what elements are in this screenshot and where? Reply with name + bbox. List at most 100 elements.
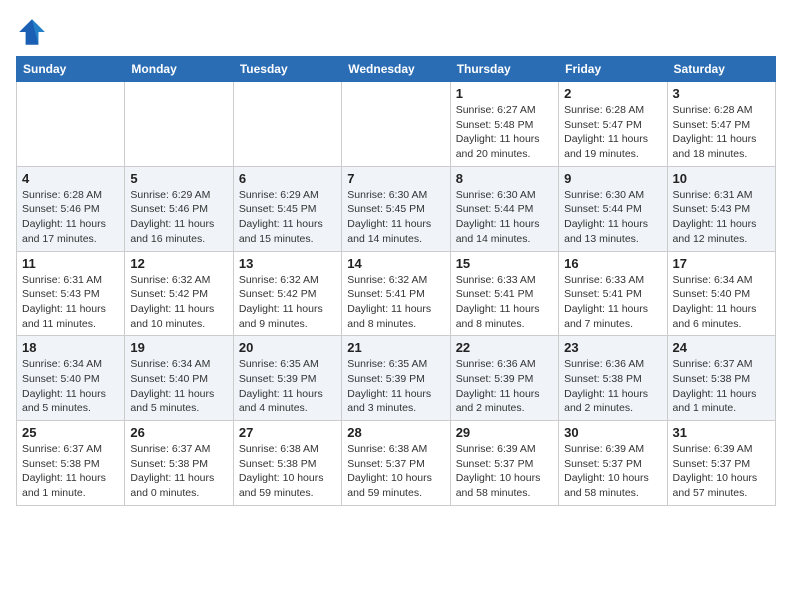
day-info: Sunrise: 6:39 AMSunset: 5:37 PMDaylight:… — [456, 442, 553, 501]
calendar-cell: 14Sunrise: 6:32 AMSunset: 5:41 PMDayligh… — [342, 251, 450, 336]
day-number: 27 — [239, 425, 336, 440]
calendar-header-row: SundayMondayTuesdayWednesdayThursdayFrid… — [17, 57, 776, 82]
day-number: 28 — [347, 425, 444, 440]
day-info: Sunrise: 6:38 AMSunset: 5:38 PMDaylight:… — [239, 442, 336, 501]
day-number: 8 — [456, 171, 553, 186]
day-info: Sunrise: 6:34 AMSunset: 5:40 PMDaylight:… — [22, 357, 119, 416]
page-header — [16, 16, 776, 48]
calendar-week-2: 4Sunrise: 6:28 AMSunset: 5:46 PMDaylight… — [17, 166, 776, 251]
day-info: Sunrise: 6:32 AMSunset: 5:42 PMDaylight:… — [239, 273, 336, 332]
calendar-table: SundayMondayTuesdayWednesdayThursdayFrid… — [16, 56, 776, 506]
day-info: Sunrise: 6:39 AMSunset: 5:37 PMDaylight:… — [673, 442, 770, 501]
day-number: 1 — [456, 86, 553, 101]
calendar-cell: 18 Sunrise: 6:34 AMSunset: 5:40 PMDayligh… — [17, 336, 125, 421]
day-number: 5 — [130, 171, 227, 186]
logo-icon — [16, 16, 48, 48]
calendar-cell: 31 Sunrise: 6:39 AMSunset: 5:37 PMDayligh… — [667, 421, 775, 506]
day-info: Sunrise: 6:37 AMSunset: 5:38 PMDaylight:… — [130, 442, 227, 501]
day-number: 3 — [673, 86, 770, 101]
calendar-cell: 13 Sunrise: 6:32 AMSunset: 5:42 PMDayligh… — [233, 251, 341, 336]
day-number: 2 — [564, 86, 661, 101]
calendar-cell: 30 Sunrise: 6:39 AMSunset: 5:37 PMDayligh… — [559, 421, 667, 506]
day-number: 16 — [564, 256, 661, 271]
calendar-cell: 23 Sunrise: 6:36 AMSunset: 5:38 PMDayligh… — [559, 336, 667, 421]
day-number: 25 — [22, 425, 119, 440]
calendar-cell — [342, 82, 450, 167]
day-info: Sunrise: 6:33 AMSunset: 5:41 PMDaylight:… — [456, 273, 553, 332]
day-number: 10 — [673, 171, 770, 186]
day-info: Sunrise: 6:28 AMSunset: 5:47 PMDaylight:… — [564, 103, 661, 162]
day-info: Sunrise: 6:33 AMSunset: 5:41 PMDaylight:… — [564, 273, 661, 332]
calendar-cell: 22Sunrise: 6:36 AMSunset: 5:39 PMDayligh… — [450, 336, 558, 421]
calendar-cell — [17, 82, 125, 167]
calendar-cell — [233, 82, 341, 167]
calendar-cell: 29 Sunrise: 6:39 AMSunset: 5:37 PMDayligh… — [450, 421, 558, 506]
day-info: Sunrise: 6:37 AMSunset: 5:38 PMDaylight:… — [22, 442, 119, 501]
day-number: 6 — [239, 171, 336, 186]
day-number: 14 — [347, 256, 444, 271]
day-number: 24 — [673, 340, 770, 355]
day-number: 29 — [456, 425, 553, 440]
calendar-cell: 10Sunrise: 6:31 AMSunset: 5:43 PMDayligh… — [667, 166, 775, 251]
day-header-thursday: Thursday — [450, 57, 558, 82]
calendar-cell: 21 Sunrise: 6:35 AMSunset: 5:39 PMDayligh… — [342, 336, 450, 421]
day-number: 31 — [673, 425, 770, 440]
day-number: 15 — [456, 256, 553, 271]
day-number: 23 — [564, 340, 661, 355]
calendar-week-5: 25 Sunrise: 6:37 AMSunset: 5:38 PMDayligh… — [17, 421, 776, 506]
calendar-week-1: 1 Sunrise: 6:27 AMSunset: 5:48 PMDaylight… — [17, 82, 776, 167]
day-header-tuesday: Tuesday — [233, 57, 341, 82]
day-header-monday: Monday — [125, 57, 233, 82]
day-number: 9 — [564, 171, 661, 186]
day-number: 11 — [22, 256, 119, 271]
calendar-cell: 4Sunrise: 6:28 AMSunset: 5:46 PMDaylight… — [17, 166, 125, 251]
calendar-cell: 15 Sunrise: 6:33 AMSunset: 5:41 PMDayligh… — [450, 251, 558, 336]
calendar-cell: 17 Sunrise: 6:34 AMSunset: 5:40 PMDayligh… — [667, 251, 775, 336]
calendar-cell: 3Sunrise: 6:28 AMSunset: 5:47 PMDaylight… — [667, 82, 775, 167]
calendar-cell: 16 Sunrise: 6:33 AMSunset: 5:41 PMDayligh… — [559, 251, 667, 336]
day-info: Sunrise: 6:29 AMSunset: 5:45 PMDaylight:… — [239, 188, 336, 247]
calendar-cell: 1 Sunrise: 6:27 AMSunset: 5:48 PMDaylight… — [450, 82, 558, 167]
calendar-cell: 7Sunrise: 6:30 AMSunset: 5:45 PMDaylight… — [342, 166, 450, 251]
day-info: Sunrise: 6:28 AMSunset: 5:46 PMDaylight:… — [22, 188, 119, 247]
day-number: 18 — [22, 340, 119, 355]
calendar-cell: 19 Sunrise: 6:34 AMSunset: 5:40 PMDayligh… — [125, 336, 233, 421]
logo — [16, 16, 52, 48]
day-info: Sunrise: 6:35 AMSunset: 5:39 PMDaylight:… — [347, 357, 444, 416]
calendar-cell: 26 Sunrise: 6:37 AMSunset: 5:38 PMDayligh… — [125, 421, 233, 506]
day-info: Sunrise: 6:30 AMSunset: 5:44 PMDaylight:… — [456, 188, 553, 247]
day-info: Sunrise: 6:27 AMSunset: 5:48 PMDaylight:… — [456, 103, 553, 162]
day-number: 17 — [673, 256, 770, 271]
calendar-cell: 25 Sunrise: 6:37 AMSunset: 5:38 PMDayligh… — [17, 421, 125, 506]
day-info: Sunrise: 6:30 AMSunset: 5:45 PMDaylight:… — [347, 188, 444, 247]
day-info: Sunrise: 6:36 AMSunset: 5:38 PMDaylight:… — [564, 357, 661, 416]
day-header-saturday: Saturday — [667, 57, 775, 82]
calendar-cell: 27 Sunrise: 6:38 AMSunset: 5:38 PMDayligh… — [233, 421, 341, 506]
calendar-week-3: 11 Sunrise: 6:31 AMSunset: 5:43 PMDayligh… — [17, 251, 776, 336]
day-info: Sunrise: 6:31 AMSunset: 5:43 PMDaylight:… — [22, 273, 119, 332]
day-info: Sunrise: 6:29 AMSunset: 5:46 PMDaylight:… — [130, 188, 227, 247]
calendar-week-4: 18 Sunrise: 6:34 AMSunset: 5:40 PMDayligh… — [17, 336, 776, 421]
calendar-cell: 6 Sunrise: 6:29 AMSunset: 5:45 PMDaylight… — [233, 166, 341, 251]
day-info: Sunrise: 6:30 AMSunset: 5:44 PMDaylight:… — [564, 188, 661, 247]
calendar-cell: 5 Sunrise: 6:29 AMSunset: 5:46 PMDaylight… — [125, 166, 233, 251]
day-info: Sunrise: 6:34 AMSunset: 5:40 PMDaylight:… — [130, 357, 227, 416]
calendar-cell: 9 Sunrise: 6:30 AMSunset: 5:44 PMDaylight… — [559, 166, 667, 251]
calendar-cell: 20Sunrise: 6:35 AMSunset: 5:39 PMDayligh… — [233, 336, 341, 421]
day-number: 19 — [130, 340, 227, 355]
calendar-cell: 8 Sunrise: 6:30 AMSunset: 5:44 PMDaylight… — [450, 166, 558, 251]
day-info: Sunrise: 6:39 AMSunset: 5:37 PMDaylight:… — [564, 442, 661, 501]
calendar-cell: 2 Sunrise: 6:28 AMSunset: 5:47 PMDaylight… — [559, 82, 667, 167]
day-number: 21 — [347, 340, 444, 355]
day-info: Sunrise: 6:34 AMSunset: 5:40 PMDaylight:… — [673, 273, 770, 332]
day-number: 26 — [130, 425, 227, 440]
day-info: Sunrise: 6:36 AMSunset: 5:39 PMDaylight:… — [456, 357, 553, 416]
day-number: 13 — [239, 256, 336, 271]
day-number: 30 — [564, 425, 661, 440]
calendar-cell: 28Sunrise: 6:38 AMSunset: 5:37 PMDayligh… — [342, 421, 450, 506]
day-info: Sunrise: 6:32 AMSunset: 5:42 PMDaylight:… — [130, 273, 227, 332]
calendar-cell: 12 Sunrise: 6:32 AMSunset: 5:42 PMDayligh… — [125, 251, 233, 336]
day-number: 12 — [130, 256, 227, 271]
day-info: Sunrise: 6:35 AMSunset: 5:39 PMDaylight:… — [239, 357, 336, 416]
day-header-friday: Friday — [559, 57, 667, 82]
